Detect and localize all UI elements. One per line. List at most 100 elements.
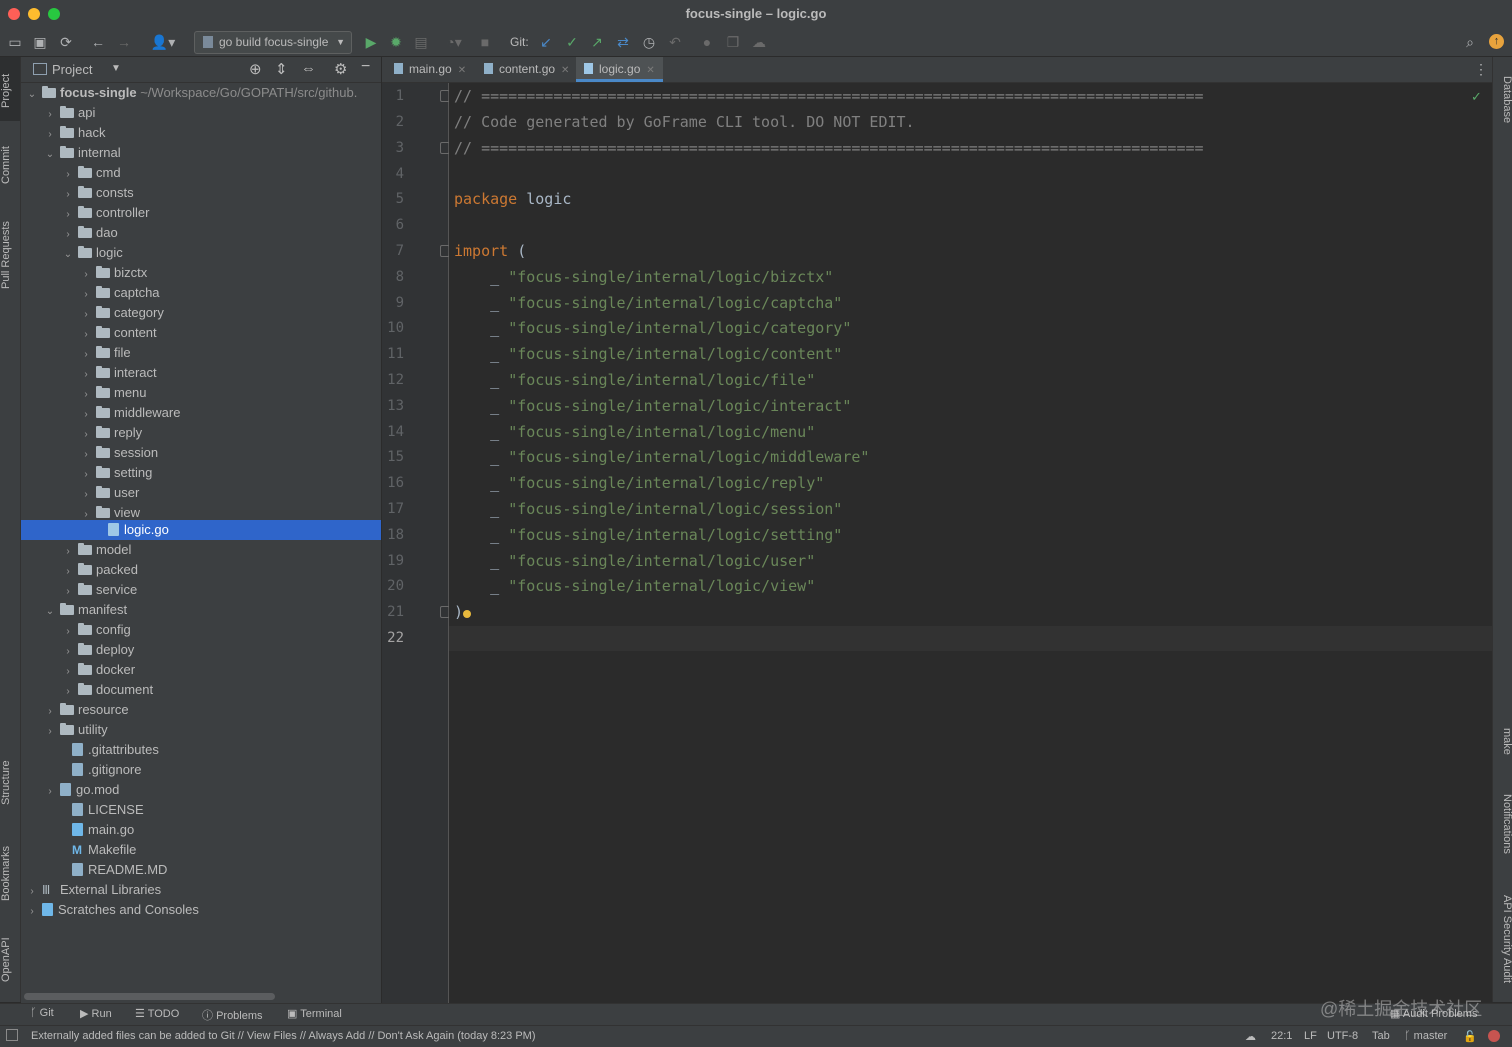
tab-content-go[interactable]: content.go ✕ <box>476 57 577 82</box>
tree-row[interactable]: README.MD <box>21 860 381 880</box>
tree-row[interactable]: › hack <box>21 123 381 143</box>
tree-row[interactable]: › resource <box>21 700 381 720</box>
debug-icon[interactable]: ✹ <box>387 33 405 51</box>
make-tool-tab[interactable]: make <box>1493 717 1512 765</box>
tree-row[interactable]: › cmd <box>21 163 381 183</box>
tree-row[interactable]: › menu <box>21 383 381 403</box>
tree-row[interactable]: › session <box>21 443 381 463</box>
tree-row[interactable]: › category <box>21 303 381 323</box>
lightbulb-icon[interactable] <box>463 610 471 618</box>
tree-row[interactable]: › user <box>21 483 381 503</box>
tree-row[interactable]: main.go <box>21 820 381 840</box>
tree-row[interactable]: › api <box>21 103 381 123</box>
tree-row[interactable]: LICENSE <box>21 800 381 820</box>
history-icon[interactable]: ◷ <box>640 33 658 51</box>
line-separator[interactable]: LF <box>1304 1030 1317 1042</box>
tree-row[interactable]: › service <box>21 580 381 600</box>
tree-row[interactable]: .gitattributes <box>21 740 381 760</box>
project-panel-title[interactable]: Project <box>52 62 92 77</box>
user-dropdown-icon[interactable]: 👤▾ <box>149 33 177 51</box>
profile-dropdown-icon[interactable]: ◔▾ <box>438 33 470 51</box>
problems-tool-button[interactable]: ⓘ Problems <box>202 1007 263 1023</box>
save-icon[interactable]: ▣ <box>31 33 49 51</box>
file-encoding[interactable]: UTF-8 <box>1327 1030 1358 1042</box>
indent-setting[interactable]: Tab <box>1372 1030 1390 1042</box>
git-fetch-icon[interactable]: ⇄ <box>614 33 632 51</box>
tab-logic-go[interactable]: logic.go ✕ <box>576 57 663 82</box>
copy-icon[interactable]: ❐ <box>724 33 742 51</box>
tree-row[interactable]: › document <box>21 680 381 700</box>
close-icon[interactable]: ✕ <box>561 65 569 76</box>
more-options-icon[interactable]: ⋮ <box>1474 61 1488 78</box>
tree-row[interactable]: › bizctx <box>21 263 381 283</box>
tree-row[interactable]: › Ⅲ External Libraries <box>21 880 381 900</box>
tree-row[interactable]: › consts <box>21 183 381 203</box>
project-tool-tab[interactable]: Project <box>0 63 20 119</box>
git-update-icon[interactable]: ↙ <box>537 33 555 51</box>
tree-row[interactable]: › deploy <box>21 640 381 660</box>
tree-row[interactable]: › middleware <box>21 403 381 423</box>
hide-panel-icon[interactable]: − <box>361 58 370 76</box>
forward-icon[interactable]: → <box>115 33 133 51</box>
pull-requests-tool-tab[interactable]: Pull Requests <box>0 209 20 301</box>
inspection-ok-icon[interactable]: ✓ <box>1471 89 1482 105</box>
run-tool-button[interactable]: ▶ Run <box>80 1007 112 1020</box>
commit-tool-tab[interactable]: Commit <box>0 135 20 195</box>
database-tool-tab[interactable]: Database <box>1493 67 1512 133</box>
open-folder-icon[interactable]: ▭ <box>6 33 24 51</box>
tree-row-selected[interactable]: logic.go <box>21 520 381 540</box>
tree-row[interactable]: › go.mod <box>21 780 381 800</box>
tree-row[interactable]: › interact <box>21 363 381 383</box>
back-icon[interactable]: ← <box>89 33 107 51</box>
git-commit-icon[interactable]: ✓ <box>563 33 581 51</box>
tab-main-go[interactable]: main.go ✕ <box>386 57 474 82</box>
git-push-icon[interactable]: ↗ <box>588 33 606 51</box>
tree-row[interactable]: ⌄ internal <box>21 143 381 163</box>
tree-row[interactable]: › model <box>21 540 381 560</box>
gear-icon[interactable]: ⚙ <box>334 60 347 78</box>
tree-row[interactable]: › file <box>21 343 381 363</box>
tree-row[interactable]: .gitignore <box>21 760 381 780</box>
bookmarks-tool-tab[interactable]: Bookmarks <box>0 833 20 913</box>
git-branch[interactable]: ᚴ master <box>1404 1030 1447 1042</box>
stop-circle-icon[interactable]: ● <box>698 33 716 51</box>
tree-row[interactable]: ⌄ manifest <box>21 600 381 620</box>
tree-row[interactable]: › reply <box>21 423 381 443</box>
project-horizontal-scrollbar[interactable] <box>24 993 275 1000</box>
sync-icon[interactable]: ⟳ <box>57 33 75 51</box>
todo-tool-button[interactable]: ☰ TODO <box>135 1007 179 1020</box>
rollback-icon[interactable]: ↶ <box>666 33 684 51</box>
close-icon[interactable]: ✕ <box>458 65 466 76</box>
tree-row[interactable]: › captcha <box>21 283 381 303</box>
tree-row[interactable]: ⌄ logic <box>21 243 381 263</box>
panel-toggle-icon[interactable] <box>6 1029 18 1041</box>
tree-row[interactable]: › Scratches and Consoles <box>21 900 381 920</box>
vcs-icon[interactable]: ☁ <box>1245 1030 1256 1043</box>
expand-all-icon[interactable]: ⇕ <box>275 60 288 78</box>
structure-tool-tab[interactable]: Structure <box>0 747 20 819</box>
coverage-icon[interactable]: ▤ <box>412 33 430 51</box>
status-message[interactable]: Externally added files can be added to G… <box>31 1030 536 1042</box>
lock-icon[interactable]: 🔓 <box>1463 1030 1477 1043</box>
openapi-tool-tab[interactable]: OpenAPI <box>0 925 20 995</box>
tree-row[interactable]: › docker <box>21 660 381 680</box>
stop-icon[interactable]: ■ <box>476 33 494 51</box>
git-tool-button[interactable]: ᚴ Git <box>30 1007 54 1019</box>
run-icon[interactable]: ▶ <box>362 33 380 51</box>
terminal-tool-button[interactable]: ▣ Terminal <box>287 1007 342 1020</box>
search-icon[interactable]: ⌕ <box>1461 33 1479 51</box>
code-editor[interactable]: // =====================================… <box>449 83 1492 1003</box>
tree-row[interactable]: › content <box>21 323 381 343</box>
tree-row[interactable]: › packed <box>21 560 381 580</box>
tree-row[interactable]: › utility <box>21 720 381 740</box>
cloud-icon[interactable]: ☁ <box>750 33 768 51</box>
close-icon[interactable]: ✕ <box>646 65 654 76</box>
locate-icon[interactable]: ⊕ <box>249 60 262 78</box>
caret-position[interactable]: 22:1 <box>1271 1030 1292 1042</box>
chevron-down-icon[interactable]: ▼ <box>111 63 121 74</box>
tree-row[interactable]: › dao <box>21 223 381 243</box>
collapse-all-icon[interactable]: ⇔ <box>301 60 316 77</box>
tree-row[interactable]: › config <box>21 620 381 640</box>
tree-row-root[interactable]: ⌄ focus-single ~/Workspace/Go/GOPATH/src/… <box>21 83 381 103</box>
tree-row[interactable]: M Makefile <box>21 840 381 860</box>
